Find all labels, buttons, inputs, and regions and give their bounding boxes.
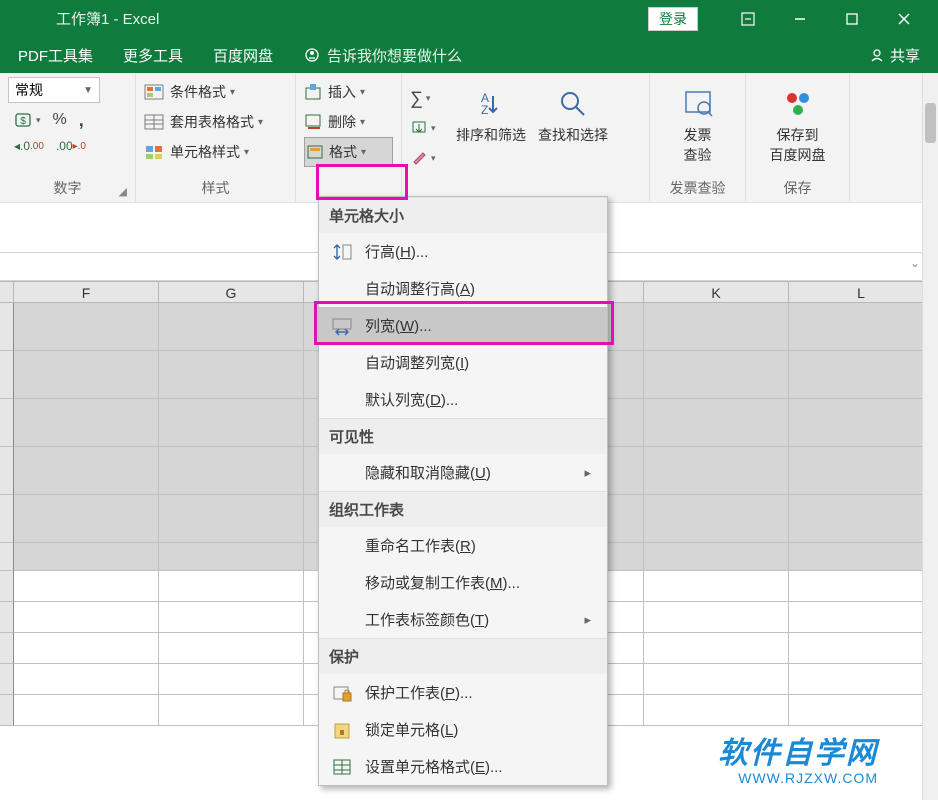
ribbon-tabs: PDF工具集 更多工具 百度网盘 告诉我你想要做什么 共享	[0, 37, 938, 73]
watermark: 软件自学网 WWW.RJZXW.COM	[718, 728, 878, 786]
format-dropdown-menu: 单元格大小 行高(H)... 自动调整行高(A) 列宽(W)... 自动调整列宽…	[318, 196, 608, 786]
tell-me-label: 告诉我你想要做什么	[327, 45, 462, 66]
group-cells: 插入▾ 删除▾ 格式▾	[296, 73, 402, 202]
save-baidu-button[interactable]: 保存到 百度网盘	[757, 77, 839, 175]
find-select-button[interactable]: 查找和选择	[532, 77, 614, 179]
cell-styles-button[interactable]: 单元格样式▾	[144, 137, 287, 167]
insert-button[interactable]: 插入▾	[304, 77, 393, 107]
format-button[interactable]: 格式▾	[304, 137, 393, 167]
tab-more-tools[interactable]: 更多工具	[123, 45, 183, 66]
lock-cell-icon	[331, 720, 353, 740]
conditional-format-button[interactable]: 条件格式▾	[144, 77, 287, 107]
submenu-arrow-icon: ▸	[584, 612, 591, 628]
window-close-button[interactable]	[878, 0, 930, 37]
menu-move-copy-sheet[interactable]: 移动或复制工作表(M)...	[319, 564, 607, 601]
col-header[interactable]: K	[644, 282, 789, 302]
tell-me-search[interactable]: 告诉我你想要做什么	[303, 45, 462, 66]
decrease-decimal-button[interactable]: .00▸.0	[50, 133, 92, 159]
accounting-button[interactable]: $▾	[8, 107, 47, 133]
group-styles-label: 样式	[202, 180, 230, 196]
format-icon	[305, 143, 325, 161]
window-minimize-aux-button[interactable]	[722, 0, 774, 37]
menu-protect-sheet[interactable]: 保护工作表(P)...	[319, 674, 607, 711]
cell-styles-label: 单元格样式	[170, 142, 240, 162]
window-maximize-button[interactable]	[826, 0, 878, 37]
ribbon: 常规 ▼ $▾ % , ◂.0.00 .00▸.0 数字◢ 条件格式▾	[0, 73, 938, 203]
format-as-table-label: 套用表格格式	[170, 112, 254, 132]
vertical-scrollbar[interactable]	[922, 73, 938, 800]
menu-default-width[interactable]: 默认列宽(D)...	[319, 381, 607, 418]
menu-section-organize-sheets: 组织工作表	[319, 491, 607, 527]
conditional-format-label: 条件格式	[170, 82, 226, 102]
tab-pdf[interactable]: PDF工具集	[18, 45, 93, 66]
share-label: 共享	[890, 45, 920, 66]
comma-button[interactable]: ,	[73, 107, 90, 133]
group-baidu-label: 保存	[784, 180, 812, 196]
col-header[interactable]: F	[14, 282, 159, 302]
menu-format-cells[interactable]: 设置单元格格式(E)...	[319, 748, 607, 785]
scrollbar-thumb[interactable]	[925, 103, 936, 143]
format-cells-icon	[331, 757, 353, 777]
menu-lock-cell[interactable]: 锁定单元格(L)	[319, 711, 607, 748]
row-height-icon	[331, 242, 353, 262]
svg-text:$: $	[20, 116, 26, 127]
clear-button[interactable]: ▾	[410, 143, 450, 173]
window-title: 工作簿1 - Excel	[8, 8, 648, 29]
menu-tab-color[interactable]: 工作表标签颜色(T)▸	[319, 601, 607, 638]
chevron-down-icon[interactable]: ⌄	[910, 256, 920, 270]
menu-rename-sheet[interactable]: 重命名工作表(R)	[319, 527, 607, 564]
watermark-url: WWW.RJZXW.COM	[718, 770, 878, 786]
delete-button[interactable]: 删除▾	[304, 107, 393, 137]
menu-column-width[interactable]: 列宽(W)...	[319, 307, 607, 344]
increase-decimal-button[interactable]: ◂.0.00	[8, 133, 50, 159]
menu-row-height[interactable]: 行高(H)...	[319, 233, 607, 270]
col-width-icon	[331, 316, 353, 336]
select-all-corner[interactable]	[0, 282, 14, 302]
group-styles: 条件格式▾ 套用表格格式▾ 单元格样式▾ 样式	[136, 73, 296, 202]
group-invoice-label: 发票查验	[670, 180, 726, 196]
number-format-select[interactable]: 常规 ▼	[8, 77, 100, 103]
watermark-text: 软件自学网	[718, 728, 878, 772]
menu-section-cell-size: 单元格大小	[319, 197, 607, 233]
share-button[interactable]: 共享	[868, 45, 920, 66]
insert-icon	[304, 83, 324, 101]
sort-filter-button[interactable]: AZ 排序和筛选	[450, 77, 532, 179]
menu-autofit-column[interactable]: 自动调整列宽(I)	[319, 344, 607, 381]
menu-autofit-row[interactable]: 自动调整行高(A)	[319, 270, 607, 307]
group-editing: ∑▾ ▾ ▾ AZ 排序和筛选 查找和选择	[402, 73, 650, 202]
col-header[interactable]: L	[789, 282, 934, 302]
group-baidu-save: 保存到 百度网盘 保存	[746, 73, 850, 202]
tab-baidu-disk[interactable]: 百度网盘	[213, 45, 273, 66]
find-select-label: 查找和选择	[538, 125, 608, 145]
group-number-label: 数字	[54, 180, 82, 196]
svg-text:Z: Z	[481, 103, 488, 117]
invoice-check-button[interactable]: 发票 查验	[658, 77, 737, 175]
menu-section-visibility: 可见性	[319, 418, 607, 454]
protect-sheet-icon	[331, 683, 353, 703]
title-bar: 工作簿1 - Excel 登录	[0, 0, 938, 37]
format-as-table-button[interactable]: 套用表格格式▾	[144, 107, 287, 137]
fill-button[interactable]: ▾	[410, 113, 450, 143]
login-button[interactable]: 登录	[648, 7, 698, 31]
group-invoice: 发票 查验 发票查验	[650, 73, 746, 202]
chevron-down-icon: ▼	[83, 85, 93, 96]
autosum-button[interactable]: ∑▾	[410, 83, 450, 113]
col-header[interactable]: G	[159, 282, 304, 302]
percent-button[interactable]: %	[47, 107, 73, 133]
delete-icon	[304, 113, 324, 131]
number-format-value: 常规	[15, 80, 43, 100]
window-minimize-button[interactable]	[774, 0, 826, 37]
sort-filter-label: 排序和筛选	[456, 125, 526, 145]
dialog-launcher-icon[interactable]: ◢	[119, 185, 127, 198]
menu-hide-unhide[interactable]: 隐藏和取消隐藏(U)▸	[319, 454, 607, 491]
submenu-arrow-icon: ▸	[584, 465, 591, 481]
menu-section-protection: 保护	[319, 638, 607, 674]
group-number: 常规 ▼ $▾ % , ◂.0.00 .00▸.0 数字 ◢	[0, 73, 136, 202]
